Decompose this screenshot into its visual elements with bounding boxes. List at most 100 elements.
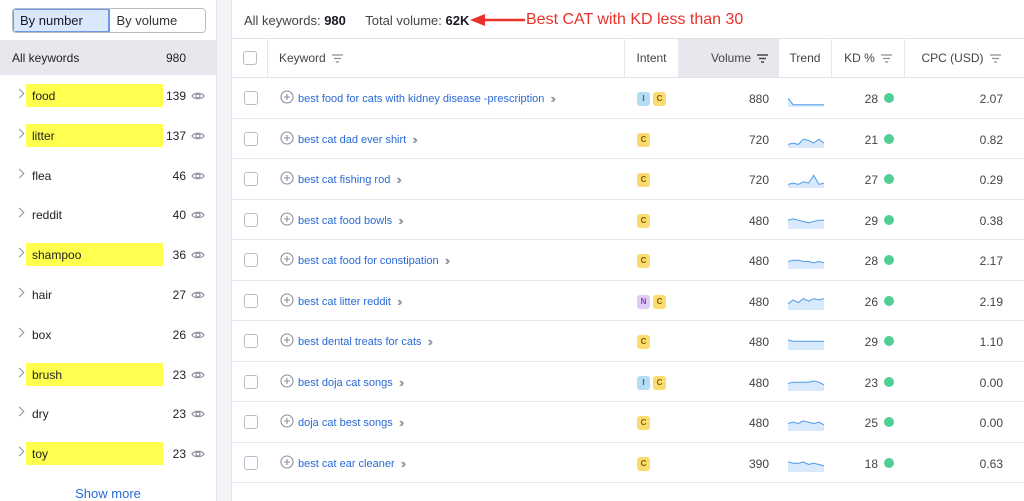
eye-icon[interactable] <box>191 407 205 421</box>
volume-column-header[interactable]: Volume <box>679 39 779 77</box>
group-row-litter[interactable]: litter 137 <box>0 116 216 156</box>
keyword-column-header[interactable]: Keyword <box>268 39 625 77</box>
plus-circle-icon[interactable] <box>280 252 294 266</box>
group-row-food[interactable]: food 139 <box>0 76 216 116</box>
row-checkbox[interactable] <box>244 374 258 389</box>
eye-icon[interactable] <box>191 89 205 103</box>
chevron-right-icon[interactable] <box>14 327 25 338</box>
keyword-link[interactable]: best dental treats for cats ›› <box>298 334 433 349</box>
kd-difficulty-dot <box>884 93 894 103</box>
group-row-flea[interactable]: flea 46 <box>0 156 216 196</box>
row-checkbox[interactable] <box>244 91 258 105</box>
plus-circle-icon[interactable] <box>280 292 294 307</box>
keyword-link[interactable]: best cat dad ever shirt ›› <box>298 132 418 147</box>
show-more-link[interactable]: Show more <box>0 486 216 501</box>
chevron-right-icon[interactable] <box>14 88 25 99</box>
double-chevron-icon[interactable]: ›› <box>428 334 433 349</box>
chevron-right-icon[interactable] <box>14 446 25 457</box>
plus-circle-icon[interactable] <box>280 211 294 226</box>
select-all-checkbox[interactable] <box>242 51 257 65</box>
intent-badge-c[interactable]: C <box>637 456 650 471</box>
group-row-box[interactable]: box 26 <box>0 315 216 355</box>
eye-icon[interactable] <box>191 248 205 262</box>
keyword-link[interactable]: best food for cats with kidney disease -… <box>298 91 556 106</box>
intent-badge-c[interactable]: C <box>637 132 650 147</box>
intent-badge-c[interactable]: C <box>653 375 666 390</box>
plus-circle-icon[interactable] <box>280 454 294 469</box>
cpc-column-header[interactable]: CPC (USD) <box>905 39 1017 77</box>
group-row-dry[interactable]: dry 23 <box>0 394 216 434</box>
double-chevron-icon[interactable]: ›› <box>445 253 450 268</box>
eye-icon[interactable] <box>191 368 205 382</box>
keyword-link[interactable]: best cat litter reddit ›› <box>298 294 402 309</box>
intent-badge-i[interactable]: I <box>637 375 650 390</box>
sort-icon[interactable] <box>757 53 768 63</box>
group-row-shampoo[interactable]: shampoo 36 <box>0 235 216 275</box>
chevron-right-icon[interactable] <box>14 287 25 298</box>
chevron-right-icon[interactable] <box>14 128 25 139</box>
row-checkbox[interactable] <box>244 415 258 429</box>
row-checkbox[interactable] <box>244 172 258 186</box>
sort-icon[interactable] <box>331 53 343 63</box>
intent-badge-c[interactable]: C <box>637 254 650 268</box>
plus-circle-icon[interactable] <box>280 90 294 104</box>
chevron-right-icon[interactable] <box>14 168 25 179</box>
plus-circle-icon[interactable] <box>280 373 294 388</box>
double-chevron-icon[interactable]: ›› <box>396 172 401 187</box>
sort-icon[interactable] <box>880 53 892 63</box>
chevron-right-icon[interactable] <box>14 406 25 417</box>
row-checkbox[interactable] <box>244 455 258 470</box>
keyword-link[interactable]: best doja cat songs ›› <box>298 375 404 390</box>
intent-badge-n[interactable]: N <box>637 294 650 309</box>
chevron-right-icon[interactable] <box>14 247 25 258</box>
double-chevron-icon[interactable]: ›› <box>412 132 417 147</box>
intent-badge-i[interactable]: I <box>637 92 650 106</box>
double-chevron-icon[interactable]: ›› <box>550 91 555 106</box>
eye-icon[interactable] <box>191 169 205 183</box>
intent-badge-c[interactable]: C <box>653 294 666 309</box>
row-checkbox[interactable] <box>244 212 258 227</box>
eye-icon[interactable] <box>191 288 205 302</box>
group-row-toy[interactable]: toy 23 <box>0 434 216 474</box>
kd-column-header[interactable]: KD % <box>832 39 905 77</box>
double-chevron-icon[interactable]: ›› <box>399 415 404 430</box>
sort-icon[interactable] <box>989 53 1001 63</box>
double-chevron-icon[interactable]: ›› <box>398 213 403 228</box>
plus-circle-icon[interactable] <box>280 130 294 145</box>
double-chevron-icon[interactable]: ›› <box>397 294 402 309</box>
intent-badge-c[interactable]: C <box>637 416 650 430</box>
chevron-right-icon[interactable] <box>14 367 25 378</box>
eye-icon[interactable] <box>191 129 205 143</box>
double-chevron-icon[interactable]: ›› <box>399 375 404 390</box>
kd-difficulty-dot <box>884 457 894 468</box>
intent-badge-c[interactable]: C <box>653 92 666 106</box>
chevron-right-icon[interactable] <box>14 207 25 218</box>
group-row-reddit[interactable]: reddit 40 <box>0 195 216 235</box>
plus-circle-icon[interactable] <box>280 414 294 428</box>
intent-badge-c[interactable]: C <box>637 173 650 187</box>
intent-badge-c[interactable]: C <box>637 335 650 349</box>
plus-circle-icon[interactable] <box>280 171 294 185</box>
trend-sparkline <box>788 420 824 431</box>
keyword-link[interactable]: doja cat best songs ›› <box>298 415 404 430</box>
eye-icon[interactable] <box>191 208 205 222</box>
by-volume-button[interactable]: By volume <box>109 9 205 32</box>
keyword-link[interactable]: best cat ear cleaner ›› <box>298 456 406 471</box>
all-keywords-row[interactable]: All keywords 980 <box>0 40 216 75</box>
by-number-button[interactable]: By number <box>13 9 110 32</box>
plus-circle-icon[interactable] <box>280 333 294 347</box>
intent-column-header[interactable]: Intent <box>625 39 679 77</box>
keyword-link[interactable]: best cat food bowls ›› <box>298 213 404 228</box>
intent-badge-c[interactable]: C <box>637 213 650 228</box>
eye-icon[interactable] <box>191 447 205 461</box>
row-checkbox[interactable] <box>244 334 258 348</box>
keyword-link[interactable]: best cat food for constipation ›› <box>298 253 450 268</box>
keyword-link[interactable]: best cat fishing rod ›› <box>298 172 402 187</box>
eye-icon[interactable] <box>191 328 205 342</box>
group-row-hair[interactable]: hair 27 <box>0 275 216 315</box>
double-chevron-icon[interactable]: ›› <box>401 456 406 471</box>
row-checkbox[interactable] <box>244 253 258 267</box>
row-checkbox[interactable] <box>244 131 258 146</box>
row-checkbox[interactable] <box>244 293 258 308</box>
group-row-brush[interactable]: brush 23 <box>0 355 216 395</box>
